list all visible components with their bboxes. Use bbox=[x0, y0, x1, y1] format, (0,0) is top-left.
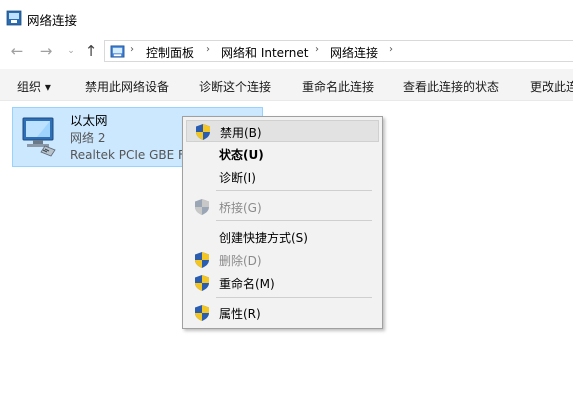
command-bar: 组织 ▾ 禁用此网络设备 诊断这个连接 重命名此连接 查看此连接的状态 更改此连 bbox=[0, 69, 573, 101]
menu-separator bbox=[216, 190, 372, 191]
uac-shield-icon bbox=[195, 305, 209, 321]
view-status-button[interactable]: 查看此连接的状态 bbox=[403, 78, 499, 95]
breadcrumb-control-panel[interactable]: 控制面板 bbox=[146, 44, 194, 61]
breadcrumb-separator: › bbox=[206, 44, 210, 55]
breadcrumb-separator: › bbox=[315, 44, 319, 55]
menu-item-label: 桥接(G) bbox=[219, 201, 262, 215]
menu-item-label: 状态(U) bbox=[219, 148, 264, 162]
breadcrumb-separator: › bbox=[389, 44, 393, 55]
context-menu: 禁用(B) 状态(U) 诊断(I) 桥接(G) 创建快捷方式(S) 删除(D) bbox=[182, 116, 383, 329]
connection-device: Realtek PCIe GBE Fa bbox=[70, 148, 192, 162]
breadcrumb-network-connections[interactable]: 网络连接 bbox=[330, 44, 378, 61]
uac-shield-icon bbox=[196, 124, 210, 140]
menu-item-label: 属性(R) bbox=[219, 307, 261, 321]
menu-item-diagnose[interactable]: 诊断(I) bbox=[186, 166, 379, 188]
change-settings-button[interactable]: 更改此连 bbox=[530, 78, 573, 95]
menu-item-label: 创建快捷方式(S) bbox=[219, 231, 308, 245]
menu-item-status[interactable]: 状态(U) bbox=[186, 143, 379, 165]
menu-item-properties[interactable]: 属性(R) bbox=[186, 302, 379, 324]
arrow-right-icon[interactable]: → bbox=[37, 42, 55, 60]
rename-button[interactable]: 重命名此连接 bbox=[302, 78, 374, 95]
breadcrumb-separator: › bbox=[130, 44, 134, 55]
menu-item-create-shortcut[interactable]: 创建快捷方式(S) bbox=[186, 226, 379, 248]
uac-shield-icon bbox=[195, 199, 209, 215]
arrow-up-icon[interactable]: ↑ bbox=[82, 42, 100, 60]
menu-item-label: 禁用(B) bbox=[220, 126, 262, 140]
organize-button[interactable]: 组织 ▾ bbox=[17, 78, 51, 95]
menu-item-label: 重命名(M) bbox=[219, 277, 275, 291]
address-bar[interactable]: › 控制面板 › 网络和 Internet › 网络连接 › bbox=[104, 40, 573, 62]
menu-separator bbox=[216, 297, 372, 298]
menu-item-rename[interactable]: 重命名(M) bbox=[186, 272, 379, 294]
breadcrumb-network-internet[interactable]: 网络和 Internet bbox=[221, 44, 308, 61]
window-title: 网络连接 bbox=[27, 13, 78, 28]
menu-item-label: 诊断(I) bbox=[219, 171, 256, 185]
disable-device-button[interactable]: 禁用此网络设备 bbox=[85, 78, 169, 95]
diagnose-button[interactable]: 诊断这个连接 bbox=[199, 78, 271, 95]
menu-item-label: 删除(D) bbox=[219, 254, 262, 268]
title-bar: 网络连接 bbox=[0, 0, 573, 36]
menu-item-delete[interactable]: 删除(D) bbox=[186, 249, 379, 271]
menu-item-disable[interactable]: 禁用(B) bbox=[186, 120, 379, 142]
arrow-left-icon[interactable]: ← bbox=[8, 42, 26, 60]
menu-separator bbox=[216, 220, 372, 221]
uac-shield-icon bbox=[195, 252, 209, 268]
ethernet-adapter-icon bbox=[22, 117, 56, 157]
connection-name: 以太网 bbox=[70, 113, 108, 128]
uac-shield-icon bbox=[195, 275, 209, 291]
control-panel-icon bbox=[110, 45, 125, 58]
network-connections-icon bbox=[6, 10, 22, 26]
chevron-down-icon[interactable]: ⌄ bbox=[62, 42, 80, 60]
connection-status: 网络 2 bbox=[70, 131, 106, 145]
menu-item-bridge[interactable]: 桥接(G) bbox=[186, 196, 379, 218]
